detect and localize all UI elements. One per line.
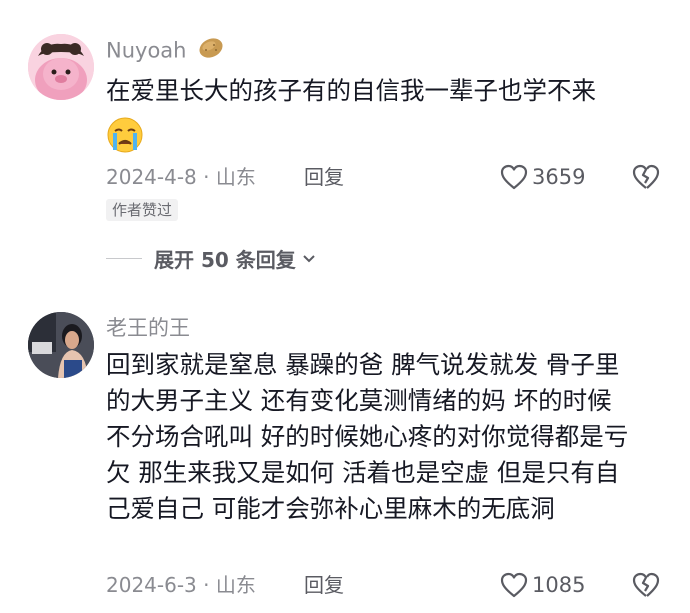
username[interactable]: Nuyoah (106, 36, 225, 67)
comment-text-line: 的大男子主义 还有变化莫测情绪的妈 坏的时候 (106, 386, 612, 415)
heart-icon (500, 572, 528, 598)
comment-date-location: 2024-4-8 · 山东 (106, 165, 256, 189)
divider (106, 258, 142, 259)
comment-item: Nuyoah 在爱里长大的孩子有的自信我一辈子也学不来 2024-4-8 · 山… (0, 0, 690, 290)
comment-text: 回到家就是窒息 暴躁的爸 脾气说发就发 骨子里 的大男子主义 还有变化莫测情绪的… (106, 347, 666, 527)
author-liked-badge: 作者赞过 (106, 199, 179, 221)
comment-text-line: 己爱自己 可能才会弥补心里麻木的无底洞 (106, 494, 555, 523)
like-button[interactable]: 1085 (500, 571, 585, 599)
crying-face-icon (106, 116, 144, 158)
broken-heart-icon[interactable] (632, 164, 660, 194)
potato-icon (197, 36, 225, 67)
reply-button[interactable]: 回复 (304, 571, 344, 599)
heart-icon (500, 164, 528, 190)
comment-text: 在爱里长大的孩子有的自信我一辈子也学不来 (106, 76, 596, 105)
comment-text-line: 欠 那生来我又是如何 活着也是空虚 但是只有自 (106, 458, 620, 487)
comment-item: 老王的王 回到家就是窒息 暴躁的爸 脾气说发就发 骨子里 的大男子主义 还有变化… (0, 290, 690, 613)
reply-button[interactable]: 回复 (304, 163, 344, 191)
comment-date-location: 2024-6-3 · 山东 (106, 573, 256, 597)
broken-heart-icon[interactable] (632, 572, 660, 602)
comment-text-line: 回到家就是窒息 暴躁的爸 脾气说发就发 骨子里 (106, 350, 620, 379)
avatar[interactable] (28, 34, 94, 100)
expand-replies-button[interactable]: 展开 50 条回复 (106, 244, 318, 273)
username-text[interactable]: 老王的王 (106, 316, 190, 340)
like-count: 3659 (532, 165, 586, 189)
username-text[interactable]: Nuyoah (106, 39, 186, 63)
avatar[interactable] (28, 312, 94, 378)
chevron-down-icon (303, 254, 315, 262)
like-button[interactable]: 3659 (500, 163, 585, 191)
expand-replies-label[interactable]: 展开 50 条回复 (154, 244, 296, 273)
username[interactable]: 老王的王 (106, 314, 190, 342)
comment-text-line: 不分场合吼叫 好的时候她心疼的对你觉得都是亏 (106, 422, 629, 451)
like-count: 1085 (532, 573, 586, 597)
